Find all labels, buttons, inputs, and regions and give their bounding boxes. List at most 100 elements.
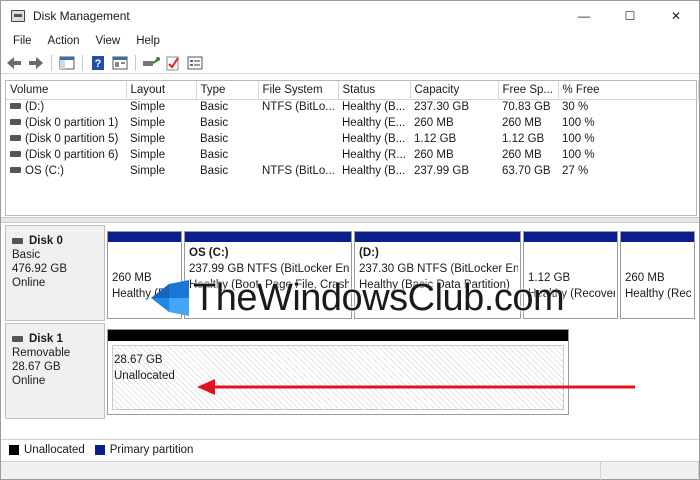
- toolbar-separator: [82, 54, 83, 71]
- details-button[interactable]: [186, 54, 204, 72]
- back-button[interactable]: [5, 54, 23, 72]
- drive-icon: [10, 135, 21, 141]
- volume-name: (D:): [25, 101, 45, 114]
- type-cell: Basic: [200, 149, 229, 161]
- partition-os-c[interactable]: OS (C:) 237.99 GB NTFS (BitLocker Encr H…: [184, 231, 352, 319]
- primary-partition-bar: [621, 232, 694, 242]
- checklist-button[interactable]: [164, 54, 182, 72]
- disk-graphical-view: Disk 0 Basic 476.92 GB Online 260 MB Hea…: [5, 225, 697, 435]
- percent-free-cell: 100 %: [562, 133, 595, 145]
- menu-action[interactable]: Action: [42, 35, 86, 47]
- status-cell: Healthy (E...: [342, 117, 406, 129]
- minimize-button[interactable]: —: [561, 1, 607, 31]
- disk-management-app-icon: [11, 10, 25, 22]
- disk-1-name: Disk 1: [12, 332, 98, 346]
- checklist-icon: [166, 56, 179, 70]
- volume-cell: (D:): [6, 99, 126, 115]
- unallocated-size: 28.67 GB: [114, 354, 163, 366]
- partition-size: 1.12 GB: [528, 272, 571, 284]
- partition-d[interactable]: (D:) 237.30 GB NTFS (BitLocker Encr Heal…: [354, 231, 521, 319]
- disk-1-state: Online: [12, 375, 46, 387]
- menu-view[interactable]: View: [90, 35, 127, 47]
- disk-1-label[interactable]: Disk 1 Removable 28.67 GB Online: [5, 323, 105, 419]
- title-bar[interactable]: Disk Management — ☐ ✕: [1, 1, 699, 31]
- window-controls: — ☐ ✕: [561, 1, 699, 31]
- partition-efi[interactable]: 260 MB Healthy (EFI: [107, 231, 182, 319]
- forward-arrow-icon: [29, 56, 43, 69]
- status-cell: [1, 462, 601, 480]
- partition-name: (D:): [359, 247, 379, 259]
- file-system-cell: NTFS (BitLo...: [262, 165, 335, 177]
- forward-button[interactable]: [27, 54, 45, 72]
- table-row[interactable]: (D:) Simple Basic NTFS (BitLo... Healthy…: [6, 99, 698, 115]
- file-system-cell: NTFS (BitLo...: [262, 101, 335, 114]
- disk-0-size: 476.92 GB: [12, 263, 67, 275]
- disk-0-kind: Basic: [12, 249, 41, 261]
- primary-partition-bar: [355, 232, 520, 242]
- column-header-free-space[interactable]: Free Sp...: [498, 81, 559, 100]
- close-button[interactable]: ✕: [653, 1, 699, 31]
- type-cell: Basic: [200, 117, 229, 129]
- layout-cell: Simple: [130, 165, 166, 177]
- volume-table-header: Volume Layout Type File System Status Ca…: [6, 81, 699, 100]
- volume-cell: (Disk 0 partition 6): [6, 147, 126, 163]
- partition-size: 260 MB: [625, 272, 665, 284]
- column-header-capacity[interactable]: Capacity: [410, 81, 499, 100]
- connect-button[interactable]: [142, 54, 160, 72]
- disk-0-state: Online: [12, 277, 46, 289]
- properties-button[interactable]: [111, 54, 129, 72]
- column-header-volume[interactable]: Volume: [6, 81, 127, 100]
- legend-swatch-unallocated: [9, 444, 19, 455]
- percent-free-cell: 100 %: [562, 149, 595, 161]
- partition-recovery-2[interactable]: 260 MB Healthy (Reco: [620, 231, 695, 319]
- table-row[interactable]: (Disk 0 partition 5) Simple Basic Health…: [6, 131, 698, 147]
- drive-icon: [10, 151, 21, 157]
- console-tree-button[interactable]: [58, 54, 76, 72]
- table-row[interactable]: (Disk 0 partition 6) Simple Basic Health…: [6, 147, 698, 163]
- percent-free-cell: 27 %: [562, 165, 589, 177]
- window-title: Disk Management: [33, 9, 130, 23]
- percent-free-cell: 30 %: [562, 101, 589, 114]
- svg-text:?: ?: [95, 58, 102, 70]
- primary-partition-bar: [185, 232, 351, 242]
- capacity-cell: 1.12 GB: [414, 133, 457, 145]
- volume-cell: OS (C:): [6, 163, 126, 179]
- volume-name: (Disk 0 partition 6): [25, 149, 119, 161]
- column-header-percent-free[interactable]: % Free: [558, 81, 699, 100]
- connect-icon: [143, 56, 160, 66]
- column-header-layout[interactable]: Layout: [126, 81, 197, 100]
- column-header-type[interactable]: Type: [196, 81, 259, 100]
- volume-cell: (Disk 0 partition 5): [6, 131, 126, 147]
- menu-file[interactable]: File: [7, 35, 38, 47]
- free-space-cell: 70.83 GB: [502, 101, 551, 114]
- table-row[interactable]: OS (C:) Simple Basic NTFS (BitLo... Heal…: [6, 163, 698, 179]
- column-header-file-system[interactable]: File System: [258, 81, 339, 100]
- capacity-cell: 237.99 GB: [414, 165, 469, 177]
- free-space-cell: 260 MB: [502, 117, 542, 129]
- menu-help[interactable]: Help: [130, 35, 166, 47]
- partition-size: 237.99 GB NTFS (BitLocker Encr: [189, 263, 349, 275]
- toolbar-separator: [51, 54, 52, 71]
- volume-cell: (Disk 0 partition 1): [6, 115, 126, 131]
- menu-bar: File Action View Help: [1, 31, 699, 51]
- console-tree-icon: [59, 56, 75, 69]
- partition-name: OS (C:): [189, 247, 229, 259]
- volume-name: (Disk 0 partition 1): [25, 117, 119, 129]
- pane-splitter[interactable]: [1, 217, 699, 223]
- free-space-cell: 63.70 GB: [502, 165, 551, 177]
- volume-name: OS (C:): [25, 165, 64, 177]
- disk-0-label[interactable]: Disk 0 Basic 476.92 GB Online: [5, 225, 105, 321]
- capacity-cell: 260 MB: [414, 117, 454, 129]
- drive-icon: [10, 103, 21, 110]
- column-header-status[interactable]: Status: [338, 81, 411, 100]
- help-button[interactable]: ?: [89, 54, 107, 72]
- volume-list[interactable]: Volume Layout Type File System Status Ca…: [5, 80, 699, 216]
- table-row[interactable]: (Disk 0 partition 1) Simple Basic Health…: [6, 115, 698, 131]
- layout-cell: Simple: [130, 117, 166, 129]
- partition-recovery-1[interactable]: 1.12 GB Healthy (Recover: [523, 231, 618, 319]
- unallocated-space[interactable]: 28.67 GB Unallocated: [107, 329, 569, 415]
- disk-0-name: Disk 0: [12, 234, 98, 248]
- maximize-button[interactable]: ☐: [607, 1, 653, 31]
- disk-icon: [12, 336, 23, 342]
- unallocated-label: Unallocated: [114, 370, 175, 382]
